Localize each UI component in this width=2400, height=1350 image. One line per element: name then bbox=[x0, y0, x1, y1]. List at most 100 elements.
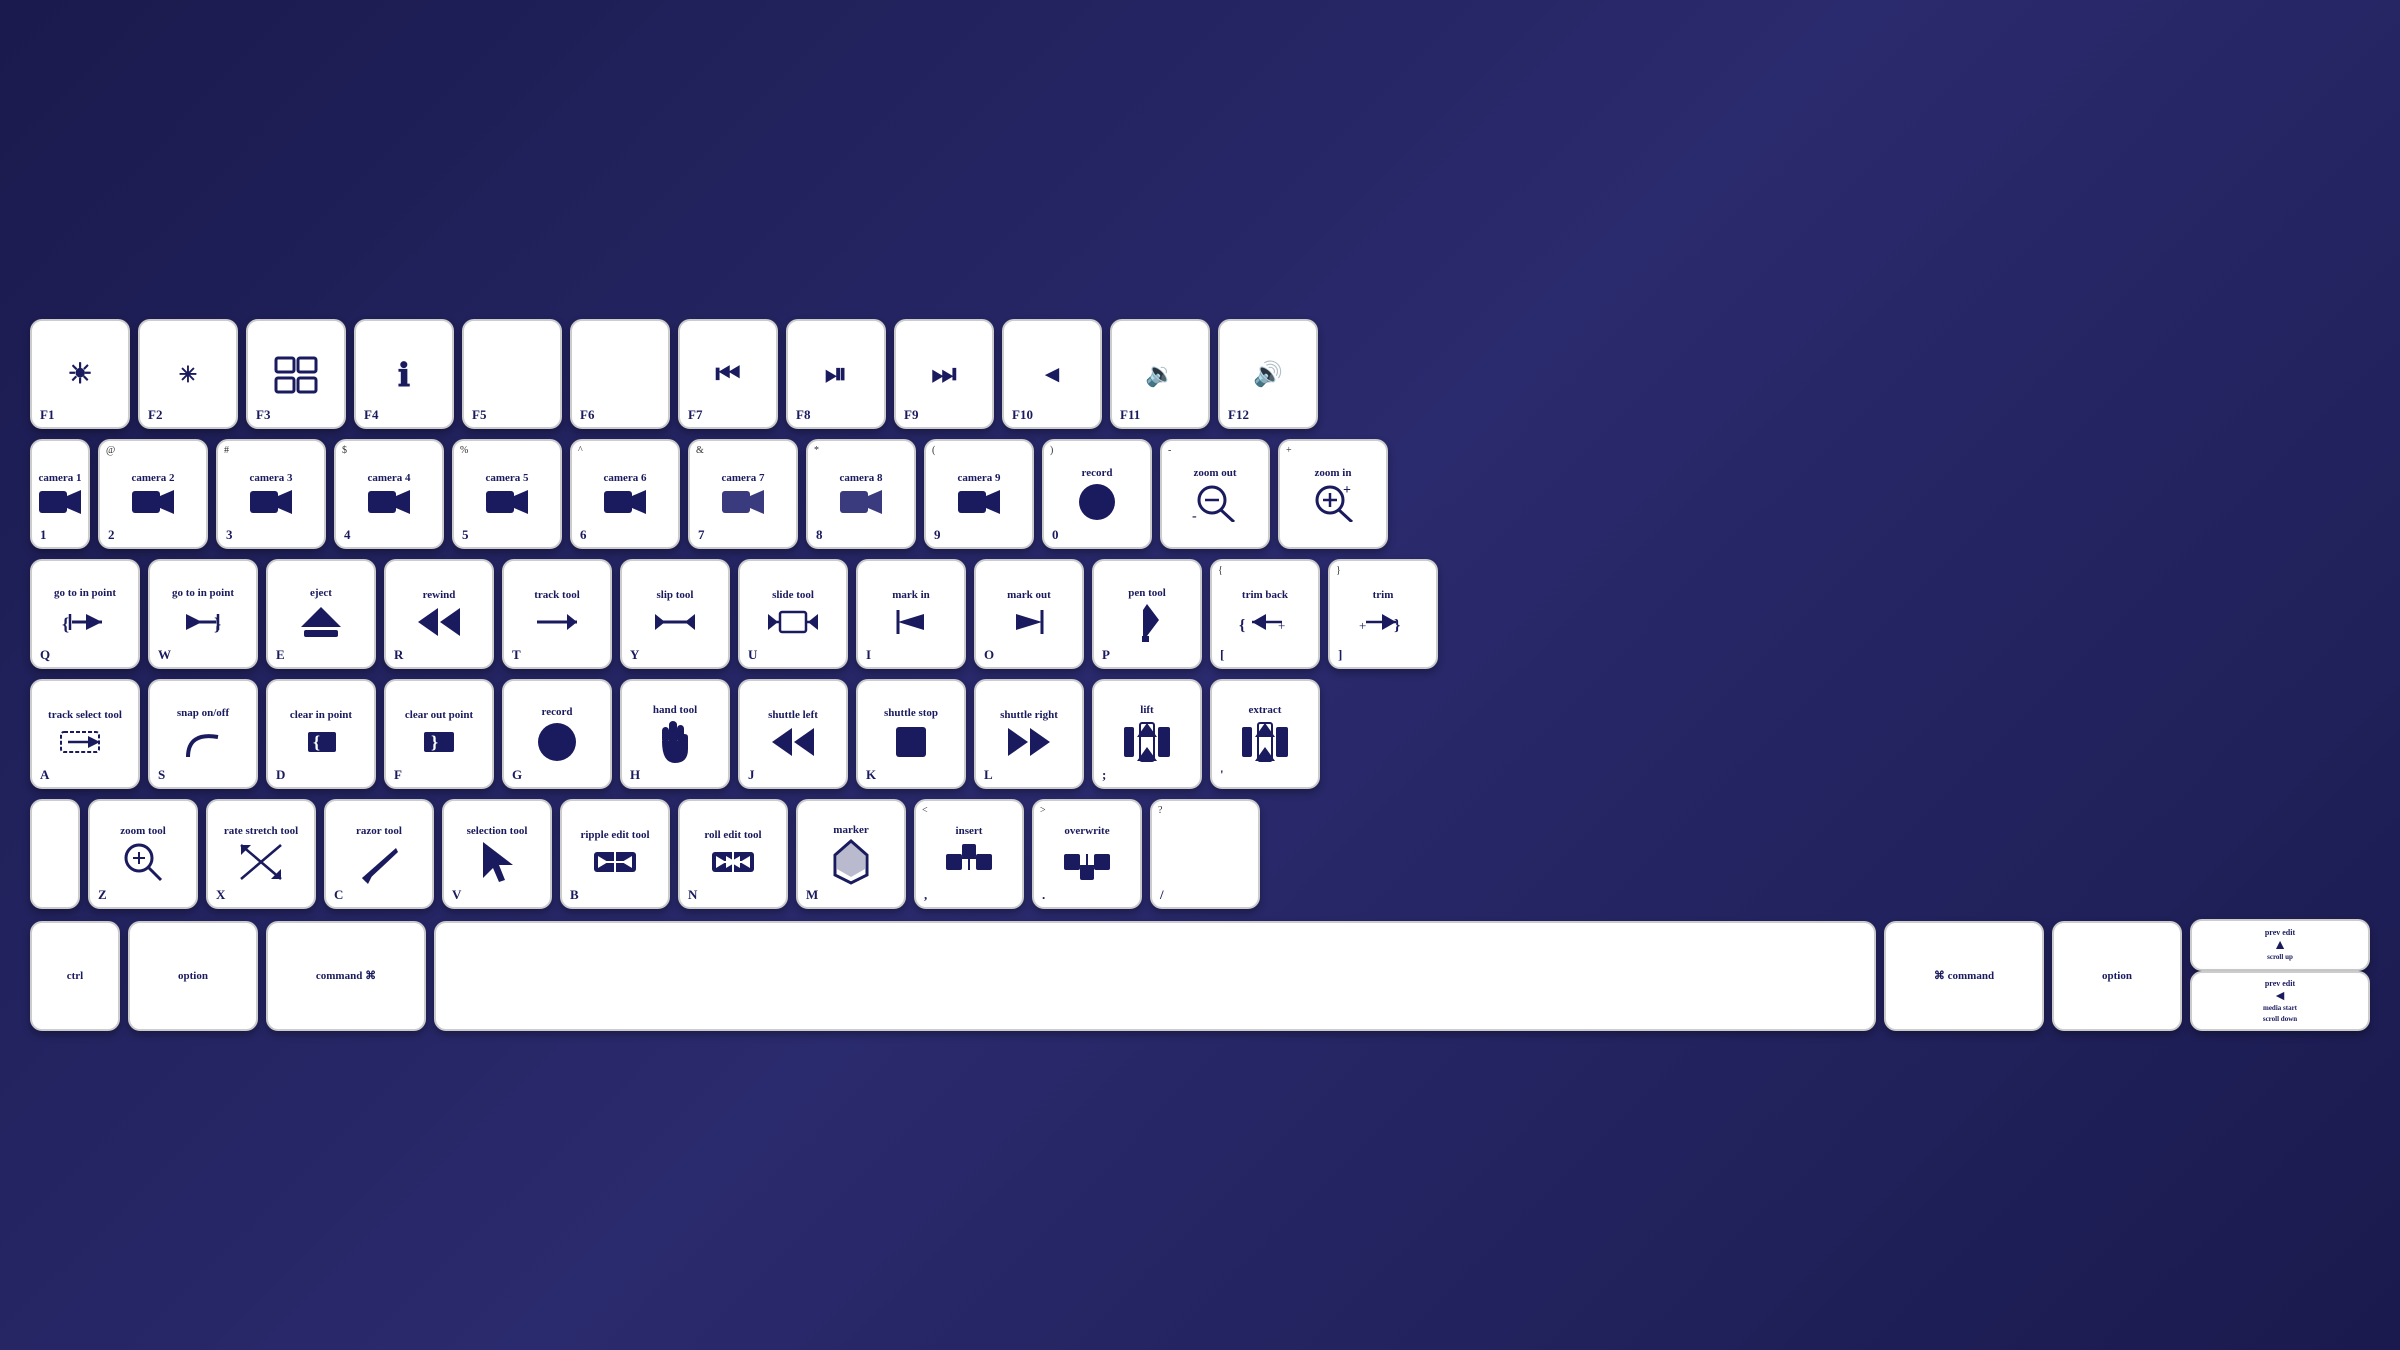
vol-up-icon: 🔊 bbox=[1253, 363, 1283, 387]
camera6-label: camera 6 bbox=[603, 472, 646, 485]
trim-back-label: trim back bbox=[1242, 589, 1288, 602]
key-prev-edit-scroll-up[interactable]: prev edit ▲ scroll up bbox=[2190, 919, 2370, 971]
brightness-high-icon: ✳ bbox=[179, 364, 197, 386]
f10-label: F10 bbox=[1012, 407, 1033, 423]
key-w[interactable]: go to in point } W bbox=[148, 559, 258, 669]
f9-label: F9 bbox=[904, 407, 918, 423]
key-ctrl[interactable]: ctrl bbox=[30, 921, 120, 1031]
key-bracket-l[interactable]: { trim back { + [ bbox=[1210, 559, 1320, 669]
key-f12[interactable]: 🔊 F12 bbox=[1218, 319, 1318, 429]
key-quote[interactable]: extract ' bbox=[1210, 679, 1320, 789]
key-5[interactable]: % camera 5 5 bbox=[452, 439, 562, 549]
key-f3[interactable]: F3 bbox=[246, 319, 346, 429]
key-j[interactable]: shuttle left J bbox=[738, 679, 848, 789]
key-i[interactable]: mark in I bbox=[856, 559, 966, 669]
key-l[interactable]: shuttle right L bbox=[974, 679, 1084, 789]
key-7[interactable]: & camera 7 7 bbox=[688, 439, 798, 549]
camera3-label: camera 3 bbox=[249, 472, 292, 485]
key-command-right[interactable]: ⌘ command bbox=[1884, 921, 2044, 1031]
key-option-left[interactable]: option bbox=[128, 921, 258, 1031]
prev-edit-label: prev edit bbox=[2265, 928, 2295, 938]
key-4[interactable]: $ camera 4 4 bbox=[334, 439, 444, 549]
key-f5[interactable]: F5 bbox=[462, 319, 562, 429]
key-x[interactable]: rate stretch tool X bbox=[206, 799, 316, 909]
key-f1[interactable]: ☀ F1 bbox=[30, 319, 130, 429]
key-8[interactable]: * camera 8 8 bbox=[806, 439, 916, 549]
camera7-icon bbox=[721, 487, 765, 517]
num2-label: 2 bbox=[108, 527, 115, 543]
key-c[interactable]: razor tool C bbox=[324, 799, 434, 909]
key-m[interactable]: marker M bbox=[796, 799, 906, 909]
key-f[interactable]: clear out point } F bbox=[384, 679, 494, 789]
key-bracket-r[interactable]: } trim } + ] bbox=[1328, 559, 1438, 669]
minus-sub: - bbox=[1168, 445, 1171, 456]
key-s[interactable]: snap on/off S bbox=[148, 679, 258, 789]
marker-icon bbox=[829, 839, 873, 885]
e-label: E bbox=[276, 647, 285, 663]
key-comma[interactable]: < insert , bbox=[914, 799, 1024, 909]
key-h[interactable]: hand tool H bbox=[620, 679, 730, 789]
key-z-partial-left[interactable] bbox=[30, 799, 80, 909]
key9-sub: ( bbox=[932, 445, 935, 456]
track-select-icon bbox=[58, 724, 112, 760]
camera9-icon bbox=[957, 487, 1001, 517]
key-g[interactable]: record G bbox=[502, 679, 612, 789]
key-6[interactable]: ^ camera 6 6 bbox=[570, 439, 680, 549]
plus-sub: + bbox=[1286, 445, 1292, 456]
key-option-right[interactable]: option bbox=[2052, 921, 2182, 1031]
extract-icon bbox=[1238, 719, 1292, 765]
key-n[interactable]: roll edit tool N bbox=[678, 799, 788, 909]
key-k[interactable]: shuttle stop K bbox=[856, 679, 966, 789]
key-2[interactable]: @ camera 2 2 bbox=[98, 439, 208, 549]
f6-label: F6 bbox=[580, 407, 594, 423]
key-plus[interactable]: + zoom in + bbox=[1278, 439, 1388, 549]
key-f4[interactable]: ℹ F4 bbox=[354, 319, 454, 429]
function-key-row: ☀ F1 ✳ F2 F3 ℹ F4 F5 F6 ⏮ F7 bbox=[30, 319, 2370, 429]
trim-back-icon: { + bbox=[1238, 604, 1292, 640]
key-t[interactable]: track tool T bbox=[502, 559, 612, 669]
key-prev-edit-media-start[interactable]: prev edit ◄ media start scroll down bbox=[2190, 971, 2370, 1031]
key-f9[interactable]: ⏭ F9 bbox=[894, 319, 994, 429]
key-u[interactable]: slide tool U bbox=[738, 559, 848, 669]
key-p[interactable]: pen tool P bbox=[1092, 559, 1202, 669]
slash-sub: ? bbox=[1158, 805, 1162, 816]
clear-in-icon: { bbox=[296, 724, 346, 760]
key-f11[interactable]: 🔉 F11 bbox=[1110, 319, 1210, 429]
pen-tool-icon bbox=[1125, 602, 1169, 642]
key-minus[interactable]: - zoom out - bbox=[1160, 439, 1270, 549]
shuttle-right-icon bbox=[1004, 724, 1054, 760]
key-1-partial[interactable]: camera 1 1 bbox=[30, 439, 90, 549]
option-right-label: option bbox=[2102, 970, 2132, 983]
slip-tool-label: slip tool bbox=[657, 589, 694, 602]
key-f7[interactable]: ⏮ F7 bbox=[678, 319, 778, 429]
key-3[interactable]: # camera 3 3 bbox=[216, 439, 326, 549]
key-f2[interactable]: ✳ F2 bbox=[138, 319, 238, 429]
key-b[interactable]: ripple edit tool B bbox=[560, 799, 670, 909]
info-icon: ℹ bbox=[398, 359, 410, 391]
key-o[interactable]: mark out O bbox=[974, 559, 1084, 669]
key-a[interactable]: track select tool A bbox=[30, 679, 140, 789]
key-z[interactable]: zoom tool Z bbox=[88, 799, 198, 909]
h-label: H bbox=[630, 767, 640, 783]
n-label: N bbox=[688, 887, 697, 903]
c-label: C bbox=[334, 887, 343, 903]
key-command-left[interactable]: command ⌘ bbox=[266, 921, 426, 1031]
key-slash[interactable]: ? / bbox=[1150, 799, 1260, 909]
key-f10[interactable]: ◄ F10 bbox=[1002, 319, 1102, 429]
key-y[interactable]: slip tool Y bbox=[620, 559, 730, 669]
key-d[interactable]: clear in point { D bbox=[266, 679, 376, 789]
zoom-in-label: zoom in bbox=[1315, 467, 1352, 480]
key-r[interactable]: rewind R bbox=[384, 559, 494, 669]
key-0[interactable]: ) record 0 bbox=[1042, 439, 1152, 549]
scroll-down-label: scroll down bbox=[2263, 1015, 2297, 1023]
trim-fwd-label: trim bbox=[1373, 589, 1394, 602]
key-f6[interactable]: F6 bbox=[570, 319, 670, 429]
key-f8[interactable]: ⏯ F8 bbox=[786, 319, 886, 429]
key-space[interactable] bbox=[434, 921, 1876, 1031]
key-e[interactable]: eject E bbox=[266, 559, 376, 669]
key-semicolon[interactable]: lift ; bbox=[1092, 679, 1202, 789]
key-period[interactable]: > overwrite . bbox=[1032, 799, 1142, 909]
key-v[interactable]: selection tool V bbox=[442, 799, 552, 909]
key-9[interactable]: ( camera 9 9 bbox=[924, 439, 1034, 549]
key-q[interactable]: go to in point { Q bbox=[30, 559, 140, 669]
